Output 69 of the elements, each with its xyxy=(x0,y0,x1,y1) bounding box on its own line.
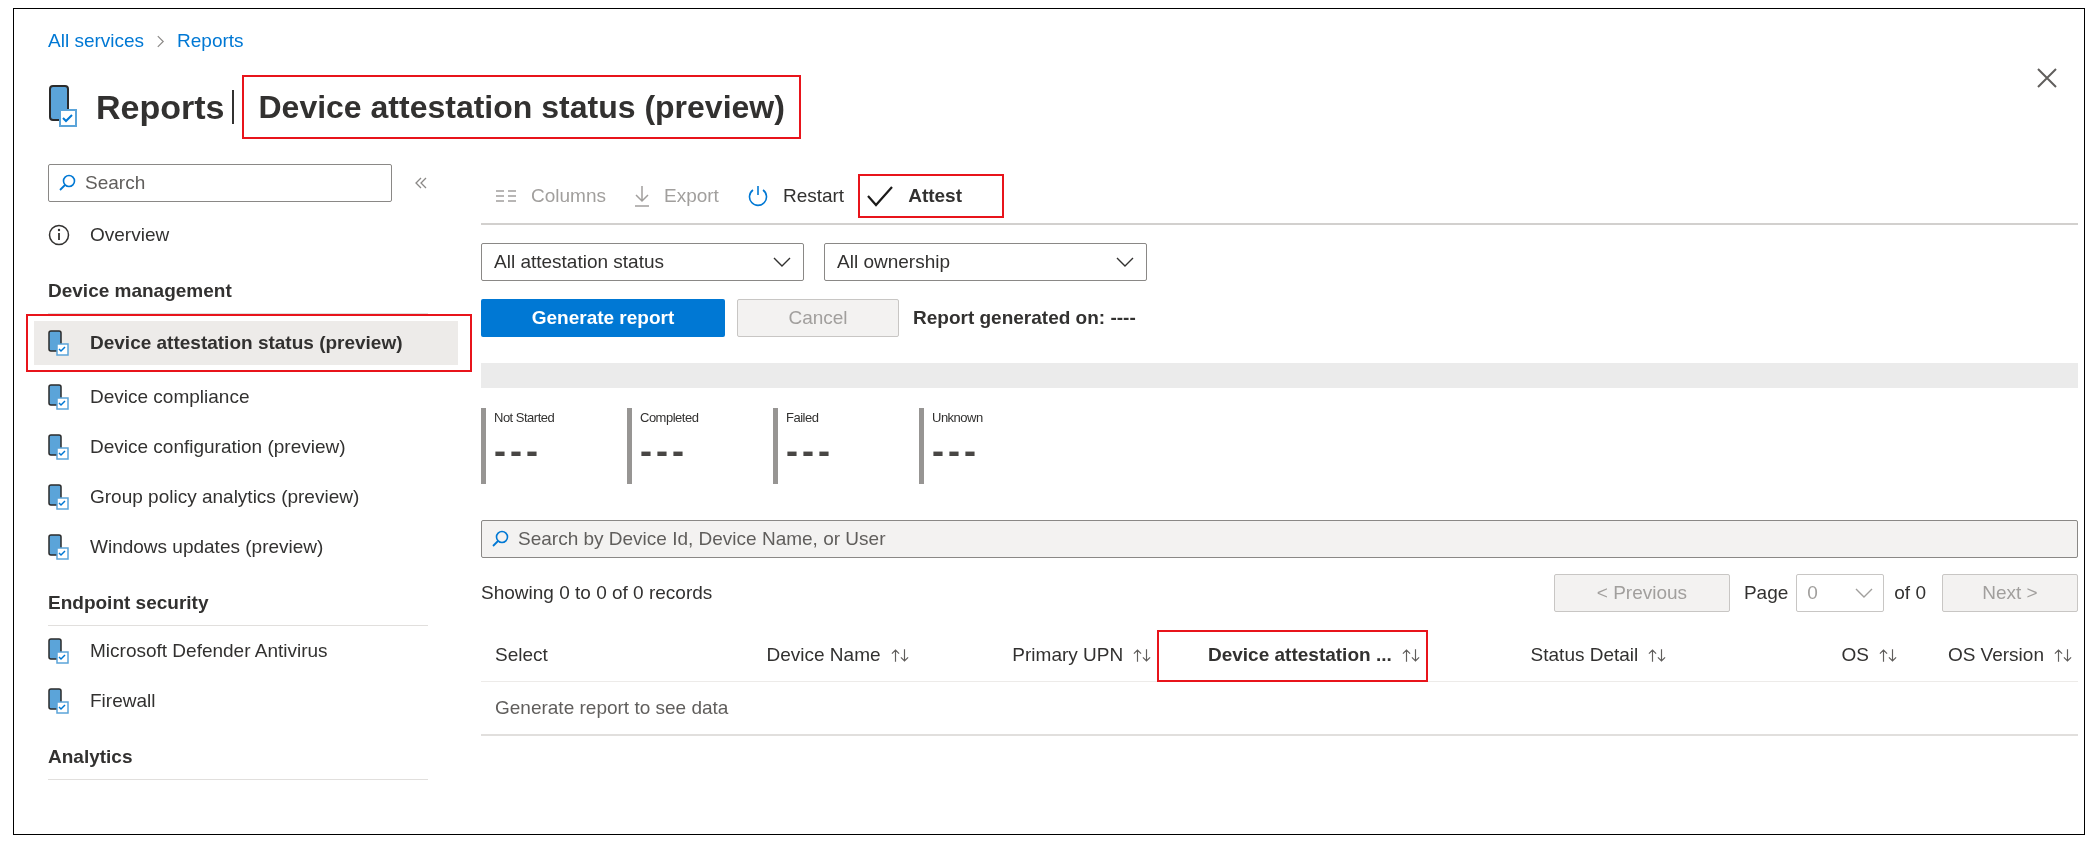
sort-icon xyxy=(1401,648,1420,663)
toolbar-button[interactable]: Attest xyxy=(858,174,1004,218)
power-icon xyxy=(746,185,769,207)
collapse-icon[interactable] xyxy=(414,176,428,190)
filter-dropdown[interactable]: All attestation status xyxy=(481,243,804,281)
search-icon xyxy=(58,174,76,192)
sort-icon xyxy=(1648,648,1667,663)
device-icon xyxy=(48,84,78,130)
table-search-field[interactable]: Search by Device Id, Device Name, or User xyxy=(481,520,2078,558)
column-header[interactable]: Device Name xyxy=(669,629,915,682)
column-header[interactable]: Status Detail xyxy=(1427,629,1673,682)
sort-icon xyxy=(2054,648,2072,663)
stat-value: --- xyxy=(932,428,981,473)
nav-item[interactable]: Device compliance xyxy=(34,375,458,419)
column-header[interactable]: Device attestation ... xyxy=(1157,629,1428,682)
search-icon xyxy=(491,530,509,548)
stat-label: Unknown xyxy=(932,409,984,427)
device-icon xyxy=(48,384,70,410)
sidebar-search-field[interactable]: Search xyxy=(48,164,392,202)
stat-label: Not Started xyxy=(494,409,556,427)
empty-message: Generate report to see data xyxy=(494,695,729,720)
stat-label: Completed xyxy=(640,409,700,427)
stat-value: --- xyxy=(786,428,835,473)
column-header[interactable]: OS xyxy=(1672,629,1903,682)
download-icon xyxy=(634,185,650,207)
section-heading: Analytics xyxy=(48,744,133,769)
toolbar-button[interactable]: Restart xyxy=(732,174,859,218)
nav-item[interactable]: Firewall xyxy=(34,679,458,723)
info-icon xyxy=(48,224,70,246)
nav-item[interactable]: Group policy analytics (preview) xyxy=(34,475,458,519)
sort-icon xyxy=(890,648,909,663)
section-heading: Device management xyxy=(48,278,232,303)
device-icon xyxy=(48,484,70,510)
page-subtitle: Device attestation status (preview) xyxy=(242,75,801,139)
nav-item[interactable]: Device configuration (preview) xyxy=(34,425,458,469)
sort-icon xyxy=(1133,648,1152,663)
stat-value: --- xyxy=(494,428,543,473)
nav-item[interactable]: Overview xyxy=(34,213,458,257)
filter-dropdown[interactable]: All ownership xyxy=(824,243,1147,281)
chevron-down-icon xyxy=(1855,588,1874,598)
checkmark-icon xyxy=(866,185,895,207)
records-count: Showing 0 to 0 of 0 records xyxy=(481,580,713,605)
section-heading: Endpoint security xyxy=(48,590,209,615)
nav-item[interactable]: Device attestation status (preview) xyxy=(34,321,458,365)
breadcrumb-link[interactable]: Reports xyxy=(177,27,244,56)
stat-label: Failed xyxy=(786,409,820,427)
breadcrumb-link[interactable]: All services xyxy=(48,27,145,56)
column-header[interactable]: Primary UPN xyxy=(914,629,1158,682)
column-header[interactable]: OS Version xyxy=(1903,629,2078,682)
page-title: Reports xyxy=(96,86,225,128)
close-icon[interactable] xyxy=(2036,67,2058,89)
chevron-down-icon xyxy=(773,257,791,267)
chevron-down-icon xyxy=(1116,257,1134,267)
nav-item[interactable]: Microsoft Defender Antivirus xyxy=(34,629,458,673)
sort-icon xyxy=(1879,648,1897,663)
device-icon xyxy=(48,688,70,714)
device-icon xyxy=(48,534,70,560)
columns-icon xyxy=(495,189,517,203)
device-icon xyxy=(48,434,70,460)
chevron-icon xyxy=(156,34,166,48)
stat-value: --- xyxy=(640,428,689,473)
device-icon xyxy=(48,330,70,356)
column-header[interactable]: Select xyxy=(481,629,670,682)
report-generated-text: Report generated on: ---- xyxy=(913,305,1136,330)
generate-report-button[interactable]: Generate report xyxy=(481,299,725,337)
page-label: Page xyxy=(1743,580,1789,605)
page-count: of 0 xyxy=(1894,580,1926,605)
nav-item[interactable]: Windows updates (preview) xyxy=(34,525,458,569)
device-icon xyxy=(48,638,70,664)
